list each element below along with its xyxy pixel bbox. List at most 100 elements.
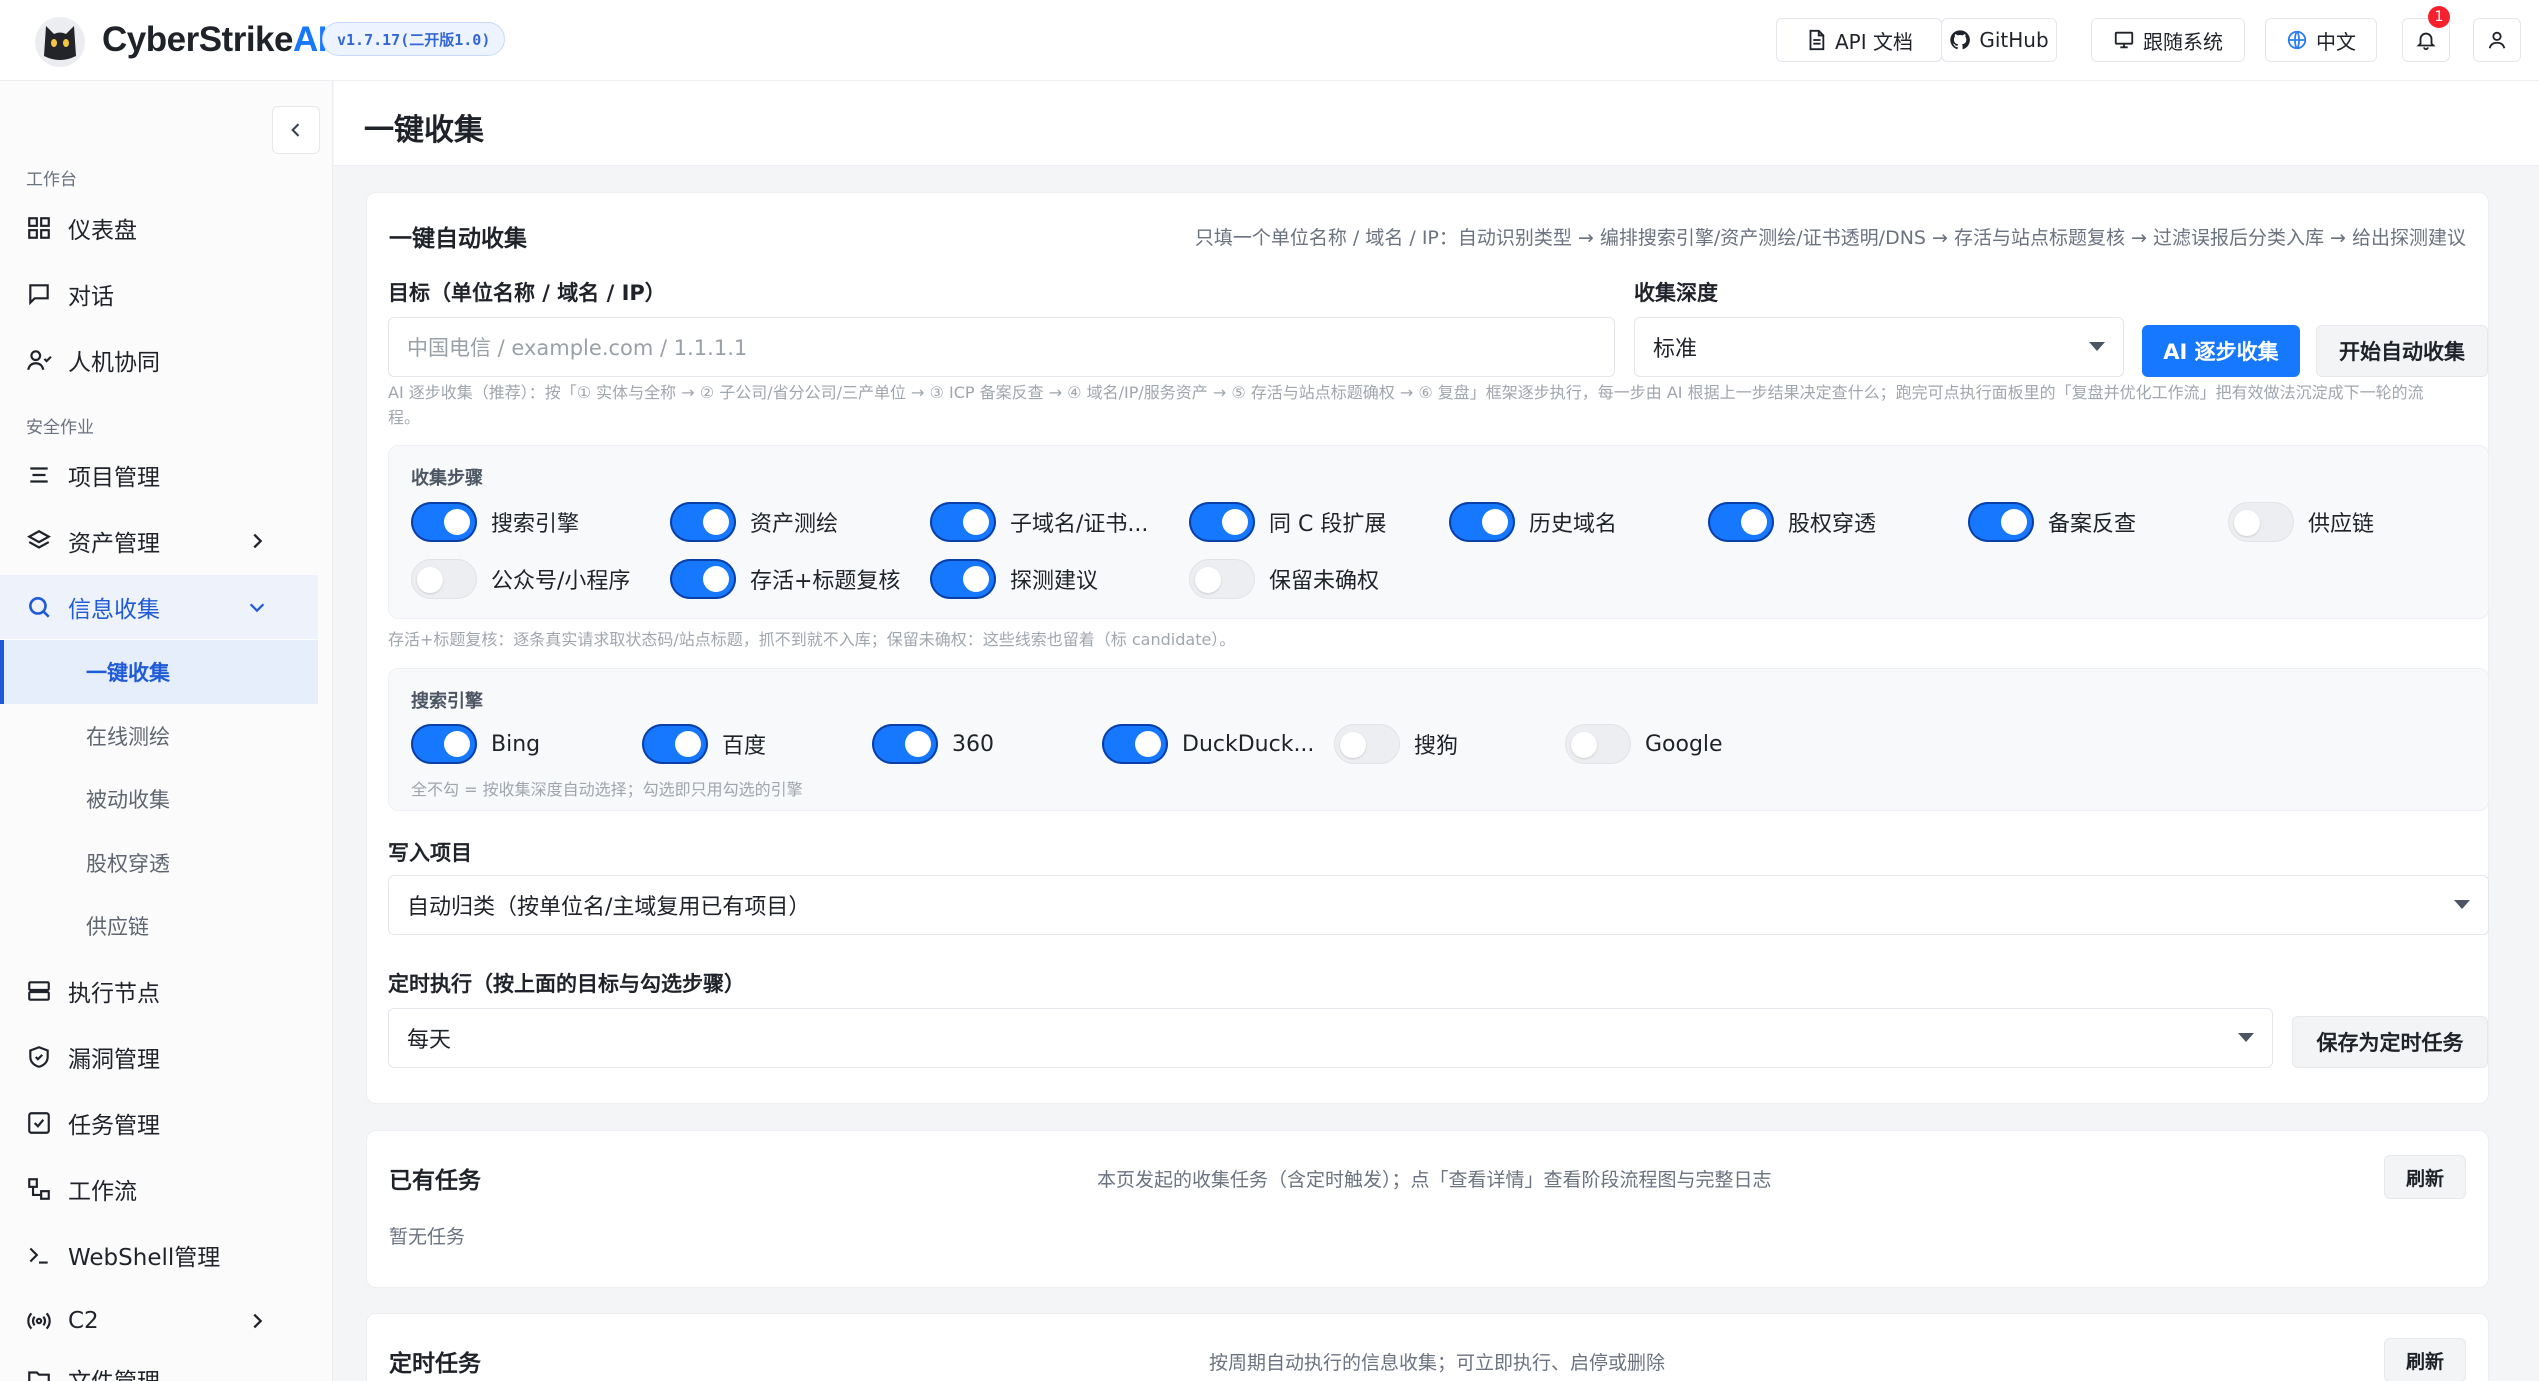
project-select[interactable]: 自动归类（按单位名/主域复用已有项目） — [388, 875, 2489, 935]
toggle-item[interactable]: 探测建议 — [930, 556, 1098, 602]
toggle-item[interactable]: 公众号/小程序 — [411, 556, 630, 602]
scheduled-tasks-card: 定时任务 按周期自动执行的信息收集；可立即执行、启停或删除 刷新 — [366, 1313, 2489, 1381]
start-auto-collect-button[interactable]: 开始自动收集 — [2316, 325, 2488, 377]
toggle-knob — [963, 566, 989, 592]
toggle-item[interactable]: 存活+标题复核 — [670, 556, 900, 602]
sidebar-label: 仪表盘 — [68, 218, 137, 244]
sidebar-item-exec-nodes[interactable]: 执行节点 — [0, 959, 318, 1023]
scheduled-tasks-title: 定时任务 — [389, 1351, 481, 1377]
toggle-switch[interactable] — [1449, 502, 1515, 542]
sidebar-item-dashboard[interactable]: 仪表盘 — [0, 196, 318, 260]
existing-tasks-description: 本页发起的收集任务（含定时触发）；点「查看详情」查看阶段流程图与完整日志 — [1097, 1169, 1772, 1191]
toggle-switch[interactable] — [642, 724, 708, 764]
top-header: CyberStrikeAI v1.7.17(二开版1.0) API 文档 Git… — [0, 0, 2539, 81]
sidebar-item-webshell[interactable]: WebShell管理 — [0, 1223, 318, 1287]
toggle-knob — [1741, 509, 1767, 535]
ai-step-collect-button[interactable]: AI 逐步收集 — [2142, 325, 2300, 377]
schedule-select[interactable]: 每天 — [388, 1008, 2273, 1068]
toggle-item[interactable]: 同 C 段扩展 — [1189, 499, 1386, 545]
toggle-knob — [417, 567, 443, 593]
users-icon — [27, 350, 52, 371]
toggle-knob — [1340, 732, 1366, 758]
toggle-knob — [963, 509, 989, 535]
sidebar-label: 工作流 — [68, 1179, 137, 1205]
user-button[interactable] — [2473, 18, 2521, 62]
shield-icon — [29, 1046, 49, 1068]
toggle-switch[interactable] — [1334, 724, 1400, 764]
sidebar-item-human-machine[interactable]: 人机协同 — [0, 328, 318, 392]
toggle-switch[interactable] — [411, 502, 477, 542]
toggle-switch[interactable] — [1968, 502, 2034, 542]
sidebar-item-files[interactable]: 文件管理 — [0, 1347, 318, 1381]
language-button[interactable]: 中文 — [2265, 18, 2377, 62]
toggle-switch[interactable] — [670, 559, 736, 599]
sidebar-item-c2[interactable]: C2 — [0, 1289, 318, 1353]
server-icon — [28, 981, 50, 1001]
workflow-icon — [28, 1178, 50, 1200]
toggle-switch[interactable] — [670, 502, 736, 542]
sidebar-item-info-collection[interactable]: 信息收集 — [0, 575, 318, 639]
toggle-switch[interactable] — [1189, 559, 1255, 599]
sidebar-label: 任务管理 — [68, 1113, 160, 1139]
toggle-label: 360 — [952, 731, 994, 757]
toggle-switch[interactable] — [1102, 724, 1168, 764]
toggle-switch[interactable] — [930, 502, 996, 542]
sidebar-item-vulns[interactable]: 漏洞管理 — [0, 1025, 318, 1089]
toggle-item[interactable]: 历史域名 — [1449, 499, 1617, 545]
toggle-item[interactable]: DuckDuck... — [1102, 721, 1314, 767]
toggle-item[interactable]: Google — [1565, 721, 1723, 767]
sidebar-label: 人机协同 — [68, 350, 160, 376]
toggle-item[interactable]: 百度 — [642, 721, 766, 767]
toggle-switch[interactable] — [411, 559, 477, 599]
sidebar-item-assets[interactable]: 资产管理 — [0, 509, 318, 573]
sidebar-subitem-passive[interactable]: 被动收集 — [0, 767, 318, 831]
toggle-item[interactable]: 子域名/证书... — [930, 499, 1148, 545]
toggle-item[interactable]: 资产测绘 — [670, 499, 838, 545]
sidebar-item-tasks[interactable]: 任务管理 — [0, 1091, 318, 1155]
brand-logo[interactable]: CyberStrikeAI — [30, 10, 327, 70]
sidebar-subitem-one-click[interactable]: 一键收集 — [0, 640, 318, 704]
globe-icon — [2287, 30, 2307, 50]
caret-down-icon — [2238, 1033, 2254, 1042]
scheduled-tasks-refresh-button[interactable]: 刷新 — [2384, 1338, 2466, 1381]
auto-collect-description: 只填一个单位名称 / 域名 / IP：自动识别类型 → 编排搜索引擎/资产测绘/… — [1194, 227, 2466, 249]
toggle-item[interactable]: 股权穿透 — [1708, 499, 1876, 545]
toggle-item[interactable]: 搜索引擎 — [411, 499, 579, 545]
toggle-switch[interactable] — [1708, 502, 1774, 542]
toggle-item[interactable]: 360 — [872, 721, 994, 767]
toggle-item[interactable]: 备案反查 — [1968, 499, 2136, 545]
toggle-item[interactable]: 保留未确权 — [1189, 556, 1379, 602]
section-workbench: 工作台 — [26, 170, 77, 190]
toggle-item[interactable]: Bing — [411, 721, 540, 767]
api-docs-button[interactable]: API 文档 — [1776, 18, 1942, 62]
target-label: 目标（单位名称 / 域名 / IP） — [388, 281, 666, 305]
sidebar-item-projects[interactable]: 项目管理 — [0, 443, 318, 507]
sidebar-subitem-equity[interactable]: 股权穿透 — [0, 831, 318, 895]
save-schedule-button[interactable]: 保存为定时任务 — [2292, 1016, 2488, 1068]
toggle-item[interactable]: 搜狗 — [1334, 721, 1458, 767]
sidebar-label: WebShell管理 — [68, 1245, 221, 1271]
toggle-item[interactable]: 供应链 — [2228, 499, 2374, 545]
sidebar-subitem-supply-chain[interactable]: 供应链 — [0, 894, 318, 958]
toggle-label: 保留未确权 — [1269, 569, 1380, 594]
sidebar-item-chat[interactable]: 对话 — [0, 262, 318, 326]
engines-group-label: 搜索引擎 — [411, 691, 483, 712]
folder-icon — [28, 1371, 50, 1381]
sidebar-item-workflow[interactable]: 工作流 — [0, 1157, 318, 1221]
existing-tasks-refresh-button[interactable]: 刷新 — [2384, 1155, 2466, 1199]
target-input[interactable]: 中国电信 / example.com / 1.1.1.1 — [388, 317, 1615, 377]
toggle-switch[interactable] — [411, 724, 477, 764]
toggle-switch[interactable] — [872, 724, 938, 764]
toggle-knob — [444, 509, 470, 535]
depth-select[interactable]: 标准 — [1634, 317, 2124, 377]
follow-system-button[interactable]: 跟随系统 — [2091, 18, 2245, 62]
toggle-switch[interactable] — [1189, 502, 1255, 542]
toggle-label: 探测建议 — [1010, 569, 1099, 594]
toggle-switch[interactable] — [2228, 502, 2294, 542]
collapse-sidebar-button[interactable] — [272, 106, 320, 154]
toggle-switch[interactable] — [1565, 724, 1631, 764]
sidebar-subitem-online-mapping[interactable]: 在线测绘 — [0, 704, 318, 768]
toggle-switch[interactable] — [930, 559, 996, 599]
broadcast-icon — [27, 1312, 51, 1330]
github-button[interactable]: GitHub — [1941, 18, 2057, 62]
